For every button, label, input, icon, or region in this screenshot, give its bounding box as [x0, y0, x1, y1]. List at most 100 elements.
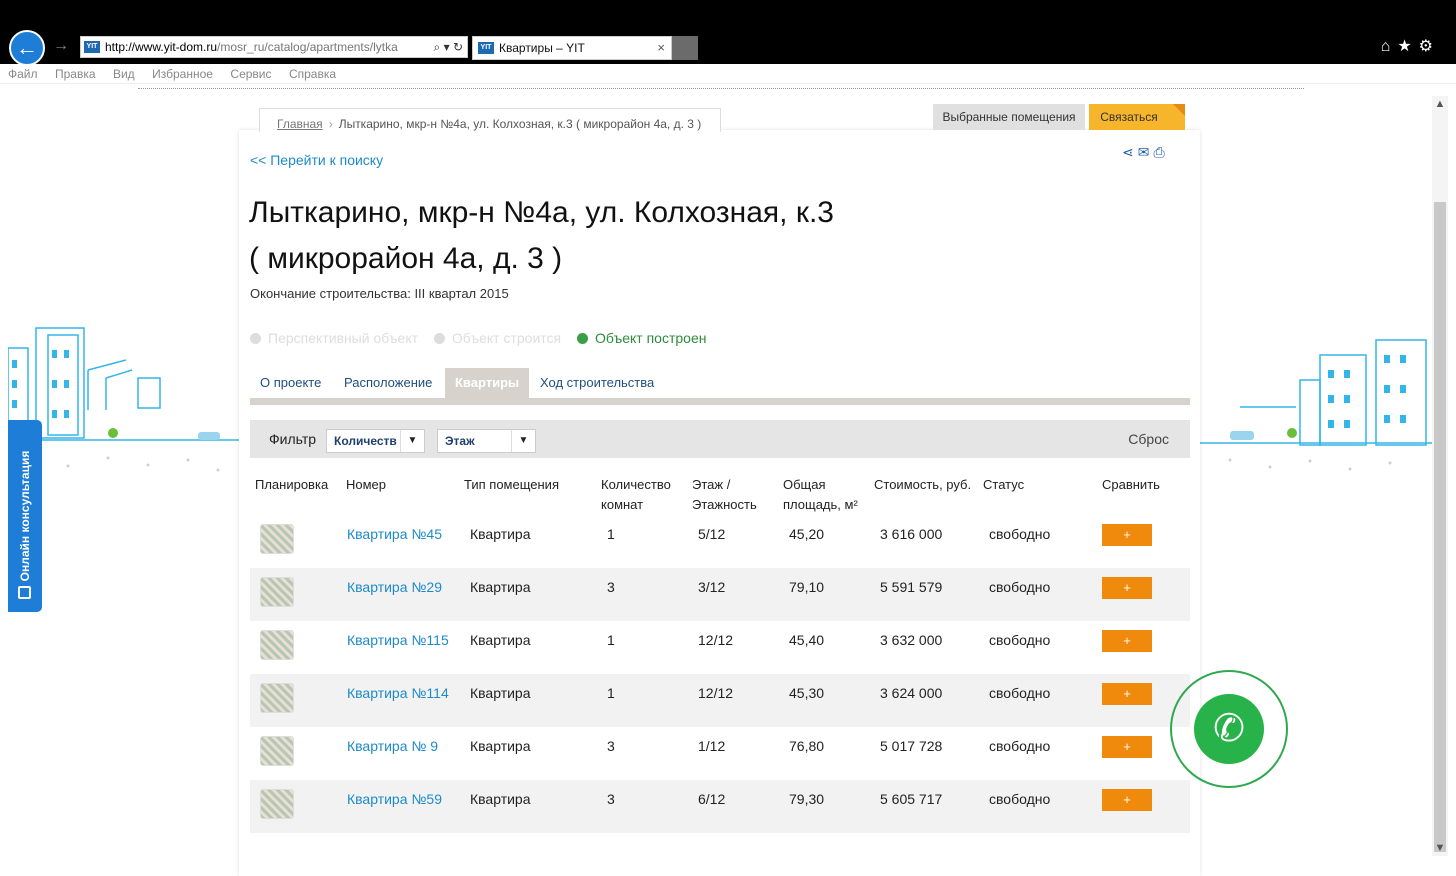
refresh-icon[interactable]: ↻ — [453, 40, 463, 54]
menu-help[interactable]: Справка — [289, 64, 336, 84]
apartment-link[interactable]: Квартира №115 — [347, 632, 449, 648]
table-row: Квартира № 9 Квартира 3 1/12 76,80 5 017… — [250, 727, 1190, 780]
apartment-area: 45,40 — [789, 632, 825, 648]
apartment-area: 76,80 — [789, 738, 825, 754]
phone-icon[interactable]: ✆ — [1194, 694, 1264, 764]
floor-plan-thumbnail[interactable] — [260, 683, 294, 713]
browser-tab[interactable]: YIT Квартиры – YIT × — [472, 36, 672, 60]
table-header-row: Планировка Номер Тип помещения Количеств… — [250, 475, 1190, 515]
apartment-link[interactable]: Квартира № 9 — [347, 738, 438, 754]
contact-corner-decoration — [1173, 104, 1185, 116]
scrollbar-thumb[interactable] — [1434, 202, 1446, 852]
menu-file[interactable]: Файл — [8, 64, 38, 84]
apartment-status: свободно — [978, 568, 1097, 621]
forward-arrow-icon[interactable]: → — [53, 37, 69, 55]
home-icon[interactable]: ⌂ — [1381, 38, 1398, 55]
rooms-select[interactable]: Количеств ▼ — [326, 429, 425, 453]
floor-select[interactable]: Этаж ▼ — [437, 429, 536, 453]
floor-plan-thumbnail[interactable] — [260, 789, 294, 819]
new-tab-button[interactable] — [672, 36, 698, 60]
share-icons: ⋖✉⎙ — [1122, 144, 1169, 161]
menu-tools[interactable]: Сервис — [230, 64, 271, 84]
city-illustration-left — [8, 327, 240, 472]
menu-view[interactable]: Вид — [113, 64, 135, 84]
scrollbar[interactable]: ▲ ▼ — [1432, 96, 1448, 856]
back-to-search-link[interactable]: << Перейти к поиску — [250, 152, 383, 168]
column-header: Статус — [983, 477, 1025, 492]
floor-plan-thumbnail[interactable] — [260, 736, 294, 766]
favorites-button[interactable]: Выбранные помещения — [933, 104, 1085, 130]
tab-apartments[interactable]: Квартиры — [445, 368, 530, 398]
apartment-link[interactable]: Квартира №114 — [347, 685, 449, 701]
table-row: Квартира №29 Квартира 3 3/12 79,10 5 591… — [250, 568, 1190, 621]
chevron-down-icon: ▼ — [511, 430, 535, 452]
compare-button[interactable]: + — [1102, 630, 1152, 652]
stage-label: Объект построен — [595, 330, 707, 346]
compare-button[interactable]: + — [1102, 736, 1152, 758]
print-icon[interactable]: ⎙ — [1153, 144, 1168, 160]
reset-filter-link[interactable]: Сброс — [1128, 431, 1169, 447]
filter-bar: Фильтр Количеств ▼ Этаж ▼ Сброс — [250, 420, 1190, 458]
breadcrumb-separator: › — [328, 117, 333, 131]
apartment-floor: 1/12 — [698, 738, 726, 754]
filter-label: Фильтр — [269, 431, 317, 447]
stage-dot-icon — [250, 333, 261, 344]
apartment-rooms: 1 — [596, 674, 687, 727]
floor-plan-thumbnail[interactable] — [260, 577, 294, 607]
apartment-rooms: 3 — [596, 780, 687, 833]
stage-built: Объект построен — [577, 330, 706, 346]
apartment-price: 3 632 000 — [880, 632, 943, 648]
address-icons: ⌕ ▾ ↻ — [429, 37, 463, 57]
url-path: /mosr_ru/catalog/apartments/lytka — [217, 40, 398, 54]
apartment-type: Квартира — [470, 632, 531, 648]
apartment-rooms: 1 — [607, 526, 615, 542]
tab-title: Квартиры – YIT — [499, 41, 585, 55]
column-header: Общая площадь, м² — [783, 477, 858, 512]
apartment-type: Квартира — [459, 674, 596, 727]
online-consultation-tab[interactable]: Онлайн консультация — [8, 420, 42, 612]
city-illustration-right — [1200, 339, 1432, 471]
apartment-link[interactable]: Квартира №59 — [347, 791, 442, 807]
apartment-rooms: 1 — [607, 632, 615, 648]
gear-icon[interactable]: ⚙ — [1419, 38, 1440, 55]
call-widget[interactable]: ✆ — [1170, 670, 1288, 788]
search-icon[interactable]: ⌕ — [434, 40, 441, 54]
rooms-select-value: Количеств — [334, 434, 397, 448]
tab-favicon: YIT — [478, 42, 494, 54]
share-icon[interactable]: ⋖ — [1122, 144, 1138, 160]
menu-edit[interactable]: Правка — [55, 64, 96, 84]
close-icon[interactable]: × — [657, 37, 665, 59]
page-title-line1: Лыткарино, мкр-н №4а, ул. Колхозная, к.3 — [249, 196, 834, 229]
scroll-down-icon[interactable]: ▼ — [1432, 840, 1448, 856]
compare-button[interactable]: + — [1102, 577, 1152, 599]
compare-button[interactable]: + — [1102, 683, 1152, 705]
star-icon[interactable]: ★ — [1397, 38, 1418, 55]
tab-construction-progress[interactable]: Ход строительства — [530, 368, 664, 398]
tab-location[interactable]: Расположение — [334, 368, 442, 398]
scroll-up-icon[interactable]: ▲ — [1432, 96, 1448, 112]
apartment-price: 5 017 728 — [880, 738, 943, 754]
menu-favorites[interactable]: Избранное — [152, 64, 213, 84]
mail-icon[interactable]: ✉ — [1138, 144, 1154, 160]
compare-button[interactable]: + — [1102, 524, 1152, 546]
apartment-floor: 12/12 — [698, 632, 734, 648]
page-title-line2: ( микрорайон 4а, д. 3 ) — [249, 242, 563, 275]
column-header: Планировка — [255, 477, 329, 492]
column-header: Сравнить — [1102, 477, 1160, 492]
contact-button[interactable]: Связаться — [1089, 104, 1185, 130]
completion-date: Окончание строительства: III квартал 201… — [250, 286, 509, 301]
address-bar[interactable]: YIT http://www.yit-dom.ru/mosr_ru/catalo… — [80, 36, 468, 58]
breadcrumb-home[interactable]: Главная — [277, 117, 323, 131]
apartment-link[interactable]: Квартира №29 — [347, 579, 442, 595]
tab-about[interactable]: О проекте — [250, 368, 331, 398]
floor-plan-thumbnail[interactable] — [260, 524, 294, 554]
table-row: Квартира №59 Квартира 3 6/12 79,30 5 605… — [250, 780, 1190, 833]
back-arrow-icon[interactable]: ← — [9, 30, 45, 66]
column-header: Стоимость, руб. — [874, 477, 972, 492]
apartment-type: Квартира — [459, 780, 596, 833]
compare-button[interactable]: + — [1102, 789, 1152, 811]
apartment-type: Квартира — [459, 568, 596, 621]
floor-plan-thumbnail[interactable] — [260, 630, 294, 660]
project-tabs: О проекте Расположение Квартиры Ход стро… — [250, 368, 1190, 405]
apartment-link[interactable]: Квартира №45 — [347, 526, 442, 542]
